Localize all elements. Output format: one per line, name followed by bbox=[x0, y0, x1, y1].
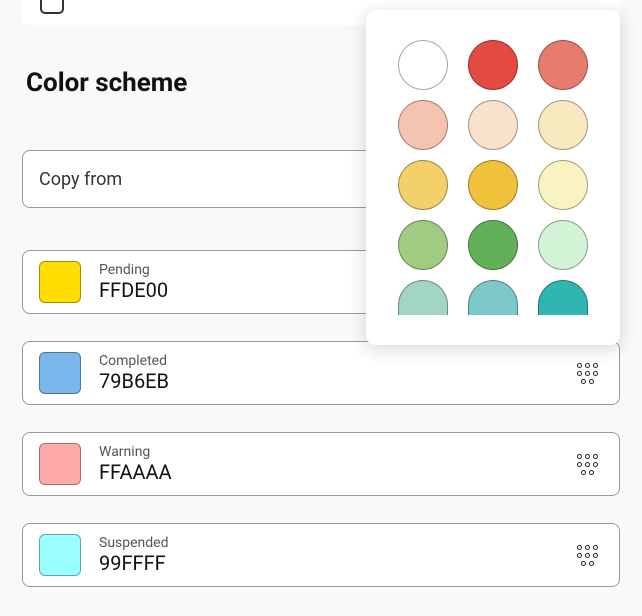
picker-color-option[interactable] bbox=[468, 220, 518, 270]
section-title: Color scheme bbox=[26, 68, 187, 98]
copy-from-label: Copy from bbox=[39, 169, 122, 190]
color-text: Pending FFDE00 bbox=[99, 262, 168, 301]
color-swatch[interactable] bbox=[39, 261, 81, 303]
picker-color-option[interactable] bbox=[468, 100, 518, 150]
color-picker-button[interactable] bbox=[571, 360, 603, 386]
color-picker-grid bbox=[388, 40, 598, 330]
color-row-warning[interactable]: Warning FFAAAA bbox=[22, 432, 620, 496]
color-row-completed[interactable]: Completed 79B6EB bbox=[22, 341, 620, 405]
color-name: Warning bbox=[99, 444, 172, 460]
picker-color-option[interactable] bbox=[398, 100, 448, 150]
color-text: Suspended 99FFFF bbox=[99, 535, 169, 574]
color-row-suspended[interactable]: Suspended 99FFFF bbox=[22, 523, 620, 587]
color-swatch[interactable] bbox=[39, 352, 81, 394]
picker-color-option[interactable] bbox=[398, 160, 448, 210]
color-swatch[interactable] bbox=[39, 443, 81, 485]
picker-color-option[interactable] bbox=[538, 220, 588, 270]
picker-color-option[interactable] bbox=[468, 280, 518, 315]
checkbox-outline-icon bbox=[40, 0, 64, 14]
color-hex: 99FFFF bbox=[99, 552, 169, 575]
color-hex: FFAAAA bbox=[99, 461, 172, 484]
picker-color-option[interactable] bbox=[538, 280, 588, 315]
color-hex: 79B6EB bbox=[99, 370, 169, 393]
color-text: Warning FFAAAA bbox=[99, 444, 172, 483]
picker-color-option[interactable] bbox=[398, 40, 448, 90]
color-name: Completed bbox=[99, 353, 169, 369]
picker-color-option[interactable] bbox=[538, 160, 588, 210]
color-picker-button[interactable] bbox=[571, 451, 603, 477]
picker-color-option[interactable] bbox=[398, 220, 448, 270]
color-name: Pending bbox=[99, 262, 168, 278]
picker-color-option[interactable] bbox=[538, 100, 588, 150]
picker-color-option[interactable] bbox=[468, 160, 518, 210]
color-name: Suspended bbox=[99, 535, 169, 551]
picker-color-option[interactable] bbox=[468, 40, 518, 90]
color-picker-button[interactable] bbox=[571, 542, 603, 568]
color-text: Completed 79B6EB bbox=[99, 353, 169, 392]
color-swatch[interactable] bbox=[39, 534, 81, 576]
picker-color-option[interactable] bbox=[398, 280, 448, 315]
picker-color-option[interactable] bbox=[538, 40, 588, 90]
color-picker-popover bbox=[366, 10, 620, 345]
color-hex: FFDE00 bbox=[99, 279, 168, 302]
